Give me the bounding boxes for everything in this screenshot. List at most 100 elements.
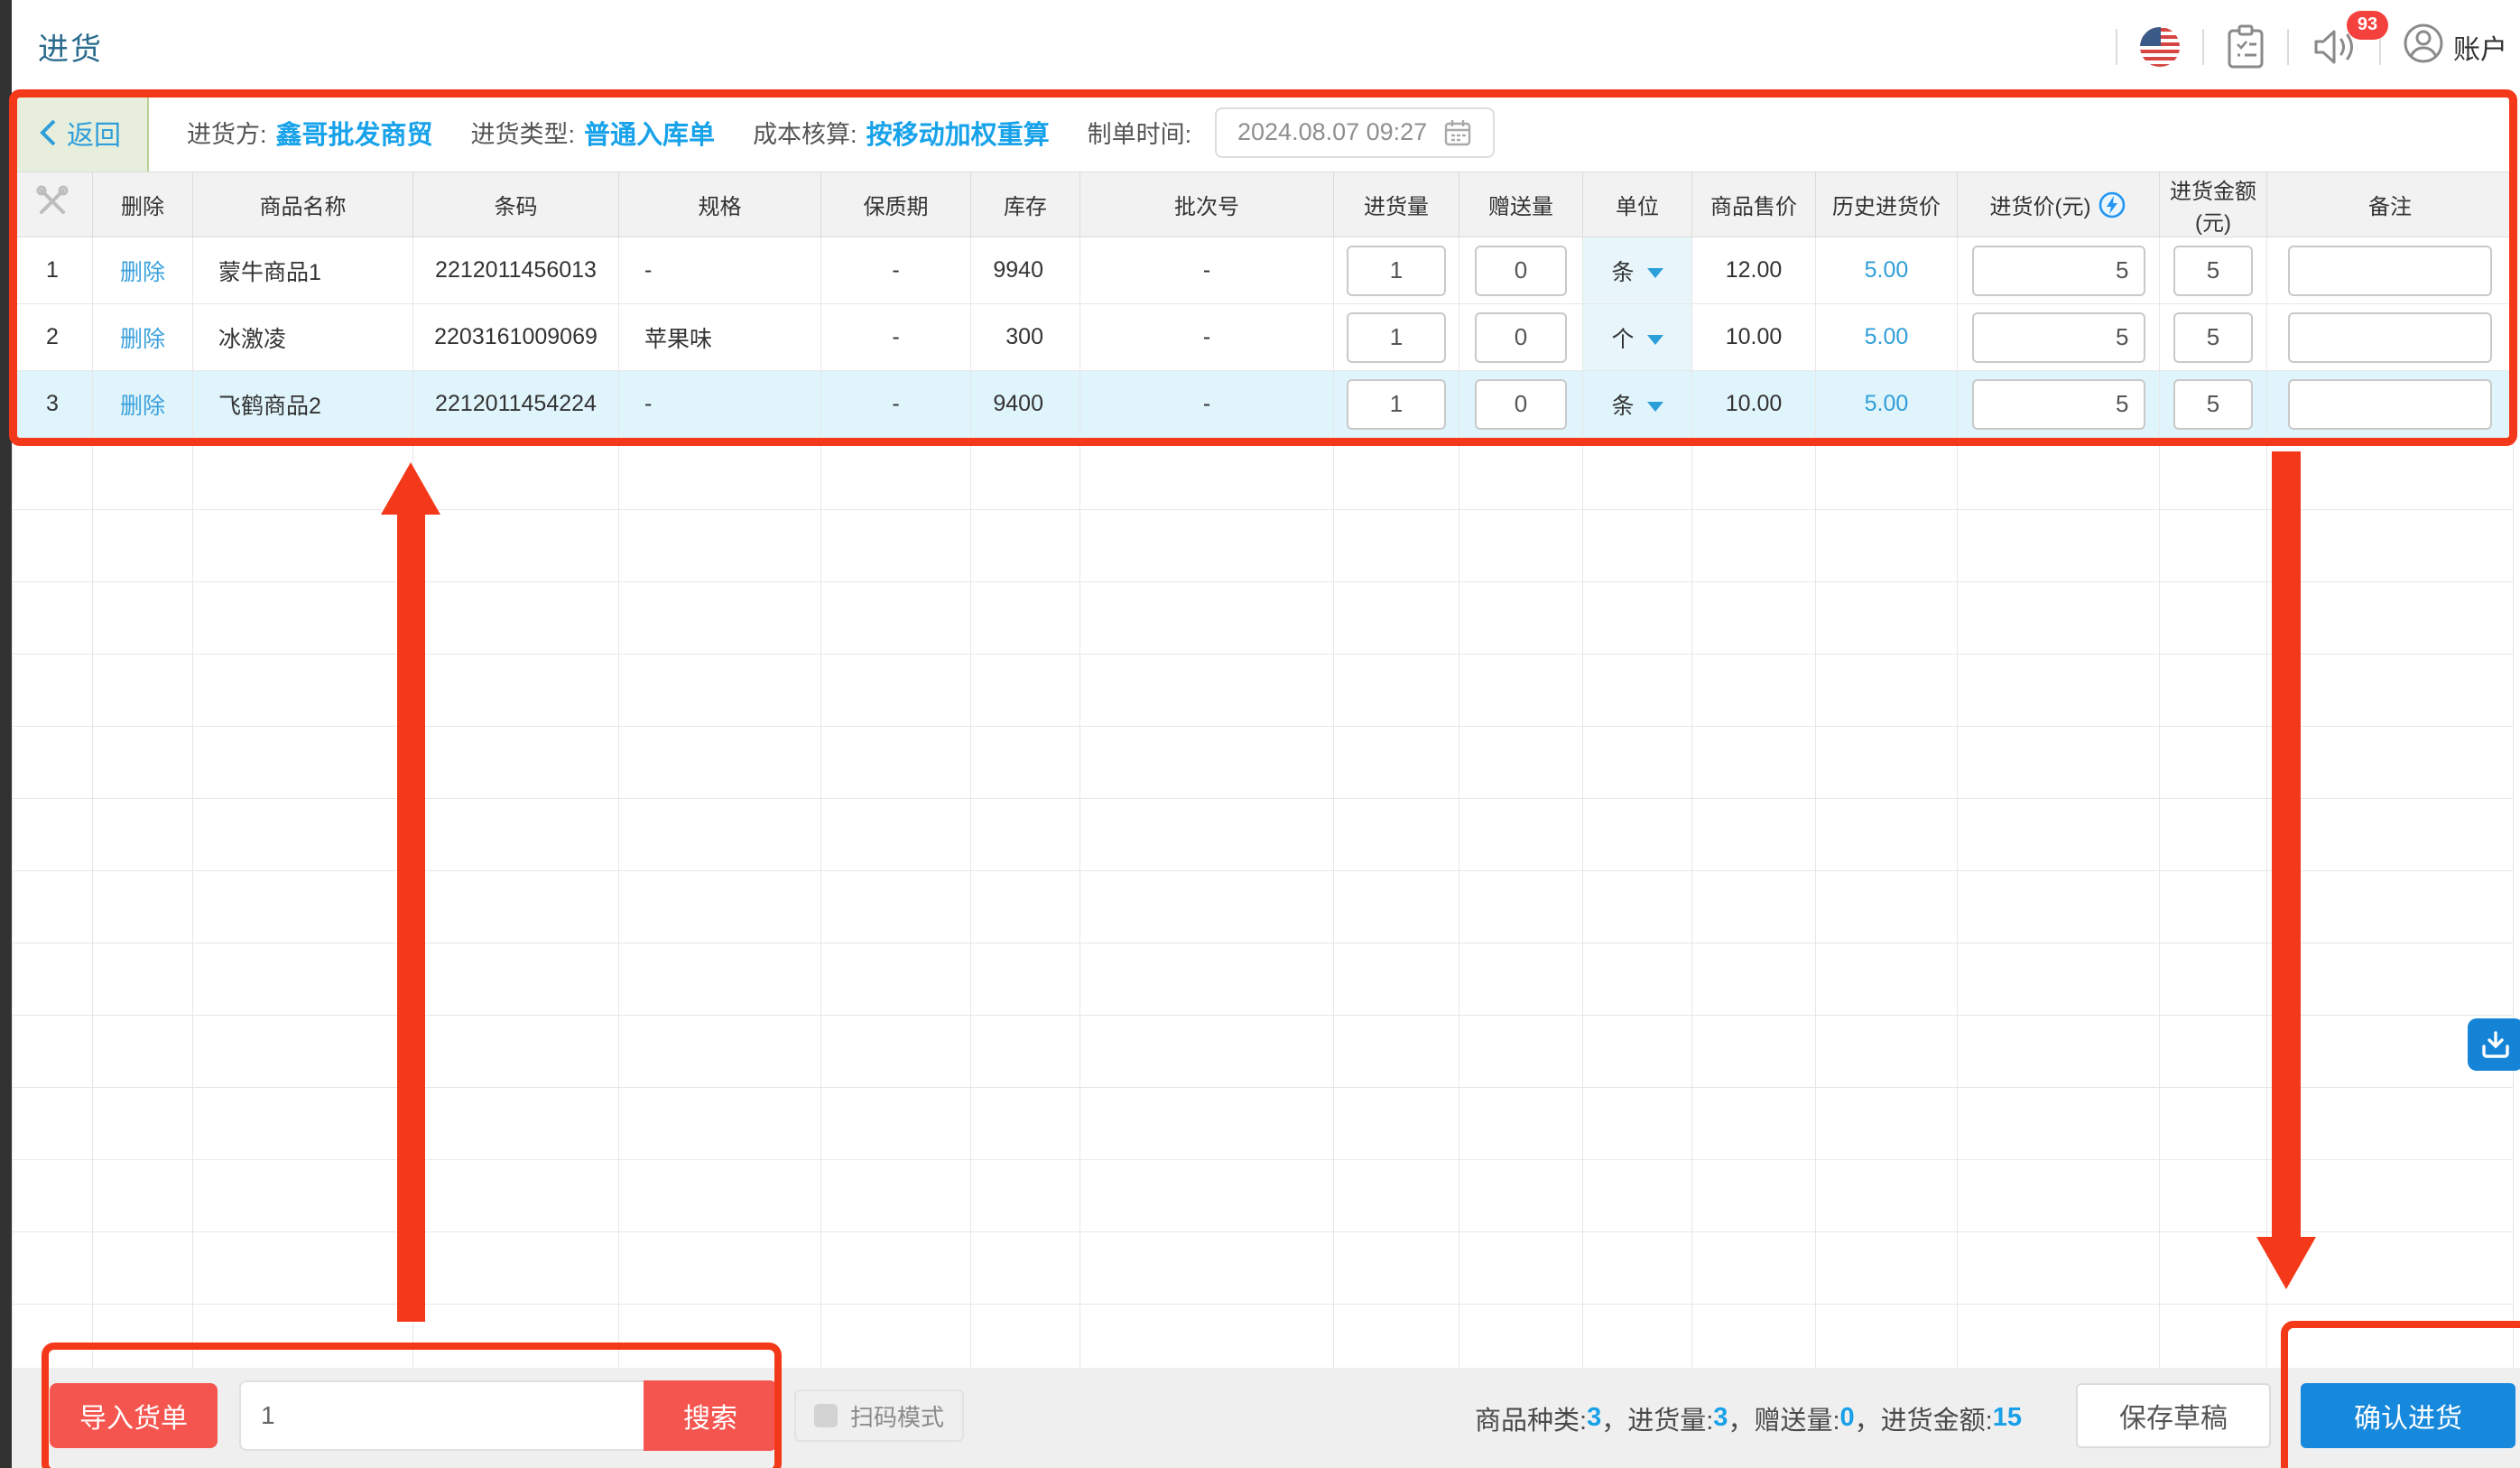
empty-cell [1080, 799, 1334, 871]
empty-cell [971, 655, 1080, 727]
amount-input[interactable] [2173, 246, 2253, 296]
empty-cell [1080, 655, 1334, 727]
qty-input[interactable] [1347, 246, 1446, 296]
search-button[interactable]: 搜索 [644, 1380, 777, 1451]
empty-cell [13, 1088, 93, 1160]
empty-cell [1958, 1160, 2160, 1232]
cost-method-value[interactable]: 按移动加权重算 [866, 114, 1050, 152]
empty-cell [1583, 799, 1692, 871]
empty-cell [1958, 1016, 2160, 1088]
gift-qty-input[interactable] [1475, 379, 1567, 430]
remark-input[interactable] [2288, 379, 2492, 430]
gift-qty-input[interactable] [1475, 312, 1567, 363]
save-draft-button[interactable]: 保存草稿 [2076, 1383, 2271, 1448]
tools-icon [35, 184, 69, 218]
supplier-value[interactable]: 鑫哥批发商贸 [276, 114, 433, 152]
empty-cell [619, 799, 821, 871]
purchase-price-input[interactable] [1972, 312, 2145, 363]
empty-cell [193, 799, 413, 871]
remark-input[interactable] [2288, 246, 2492, 296]
download-button[interactable] [2468, 1018, 2520, 1071]
amount-input[interactable] [2173, 379, 2253, 430]
empty-cell [93, 943, 193, 1016]
empty-row [13, 655, 2514, 727]
empty-cell [1334, 799, 1459, 871]
empty-cell [13, 582, 93, 655]
divider [2116, 29, 2117, 65]
empty-cell [2267, 727, 2514, 799]
scan-mode-toggle[interactable]: 扫码模式 [794, 1389, 964, 1442]
empty-row [13, 1305, 2514, 1369]
unit-select[interactable]: 条 [1583, 237, 1692, 304]
unit-select[interactable]: 条 [1583, 371, 1692, 438]
account-menu[interactable]: 账户 [2403, 23, 2507, 71]
empty-cell [2267, 1232, 2514, 1305]
empty-cell [413, 1232, 619, 1305]
col-shelf-life: 保质期 [821, 172, 971, 237]
qty-input[interactable] [1347, 379, 1446, 430]
unit-select[interactable]: 个 [1583, 304, 1692, 371]
flag-icon[interactable] [2139, 26, 2181, 68]
spec: 苹果味 [619, 304, 821, 371]
order-time-picker[interactable]: 2024.08.07 09:27 [1215, 107, 1495, 158]
shelf-life: - [821, 304, 971, 371]
history-price[interactable]: 5.00 [1816, 237, 1958, 304]
empty-cell [2160, 582, 2267, 655]
col-remark: 备注 [2267, 172, 2514, 237]
import-order-button[interactable]: 导入货单 [50, 1383, 218, 1448]
table-row: 2 删除 冰激凌 2203161009069 苹果味 - 300 - 个 10.… [13, 304, 2514, 371]
empty-cell [971, 1016, 1080, 1088]
flash-price-icon[interactable] [2098, 190, 2126, 219]
empty-cell [13, 727, 93, 799]
search-group: 搜索 [239, 1380, 777, 1451]
bottom-bar: 导入货单 搜索 扫码模式 商品种类:3， 进货量:3， 赠送量:0， 进货金额:… [12, 1368, 2520, 1468]
empty-cell [413, 582, 619, 655]
empty-cell [1958, 1088, 2160, 1160]
empty-row [13, 438, 2514, 510]
empty-cell [1459, 799, 1583, 871]
empty-cell [13, 438, 93, 510]
announcement-icon[interactable]: 93 [2311, 25, 2358, 69]
empty-cell [2160, 1160, 2267, 1232]
empty-cell [93, 1305, 193, 1369]
summary-value: 0 [1840, 1403, 1855, 1433]
col-purchase-price: 进货价(元) [1958, 172, 2160, 237]
empty-cell [93, 510, 193, 582]
delete-link[interactable]: 删除 [93, 237, 193, 304]
amount-input[interactable] [2173, 312, 2253, 363]
history-price[interactable]: 5.00 [1816, 304, 1958, 371]
remark-input[interactable] [2288, 312, 2492, 363]
purchase-price-input[interactable] [1972, 379, 2145, 430]
gift-qty-cell [1459, 237, 1583, 304]
empty-cell [13, 943, 93, 1016]
column-settings[interactable] [13, 172, 93, 237]
search-input[interactable] [239, 1380, 644, 1451]
summary-value: 3 [1587, 1403, 1601, 1433]
purchase-type-value[interactable]: 普通入库单 [584, 114, 715, 152]
delete-link[interactable]: 删除 [93, 304, 193, 371]
empty-cell [821, 727, 971, 799]
empty-cell [2267, 799, 2514, 871]
empty-cell [193, 438, 413, 510]
empty-row [13, 871, 2514, 943]
empty-row [13, 799, 2514, 871]
empty-cell [1583, 582, 1692, 655]
delete-link[interactable]: 删除 [93, 371, 193, 438]
history-price[interactable]: 5.00 [1816, 371, 1958, 438]
empty-cell [2267, 1160, 2514, 1232]
empty-cell [1080, 1160, 1334, 1232]
empty-cell [1816, 943, 1958, 1016]
empty-cell [193, 582, 413, 655]
gift-qty-input[interactable] [1475, 246, 1567, 296]
empty-cell [13, 799, 93, 871]
confirm-purchase-button[interactable]: 确认进货 [2301, 1383, 2515, 1448]
back-button[interactable]: 返回 [12, 93, 149, 172]
clipboard-icon[interactable] [2226, 24, 2265, 70]
empty-cell [13, 1160, 93, 1232]
empty-cell [93, 438, 193, 510]
qty-input[interactable] [1347, 312, 1446, 363]
empty-cell [971, 1160, 1080, 1232]
summary-label: 进货金额: [1881, 1399, 1993, 1437]
product-name: 飞鹤商品2 [193, 371, 413, 438]
purchase-price-input[interactable] [1972, 246, 2145, 296]
